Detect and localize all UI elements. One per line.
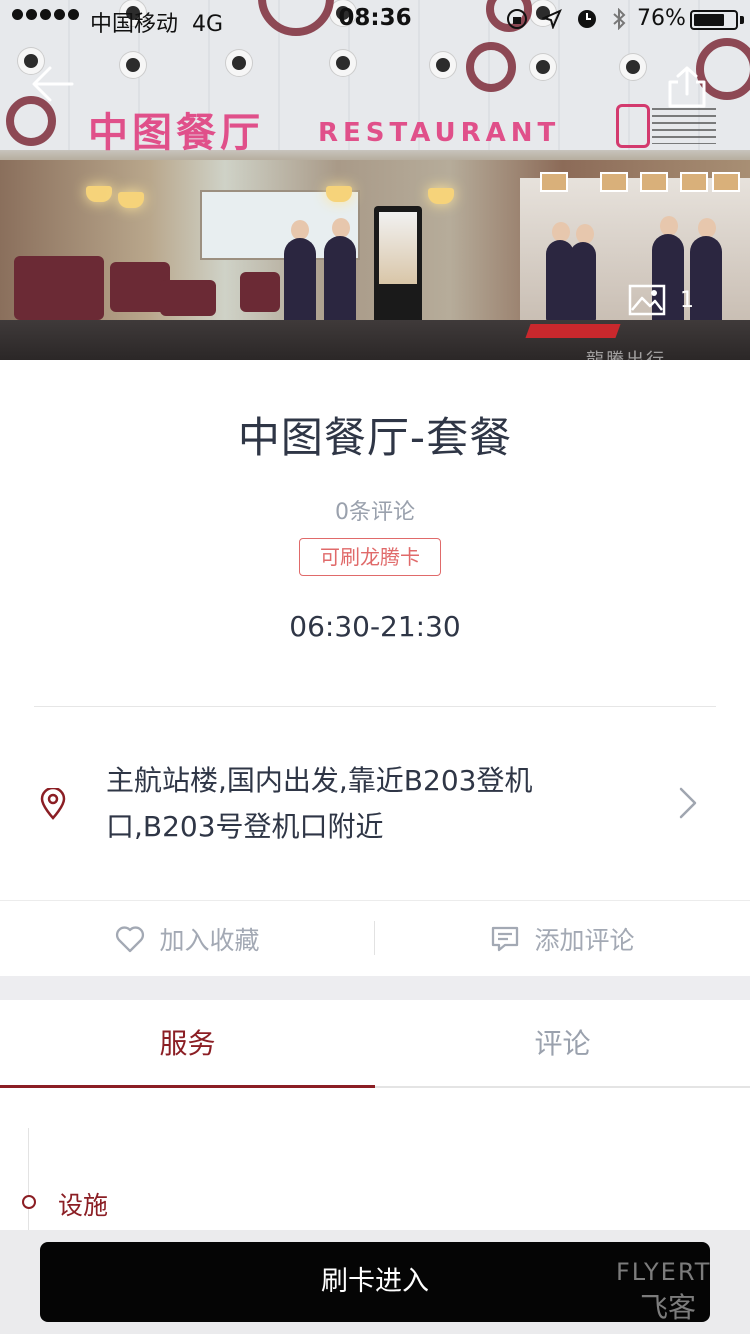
decor-ring (466, 42, 516, 92)
pendant-lamp (326, 186, 352, 202)
staff-head (291, 220, 309, 240)
favorite-label: 加入收藏 (159, 925, 260, 955)
staff-member (570, 242, 596, 322)
ceiling-light (120, 52, 146, 78)
battery-percent: 76% (637, 6, 686, 31)
menu-board (680, 172, 708, 192)
pendant-lamp (428, 188, 454, 204)
location-pin-icon (40, 788, 66, 820)
alarm-icon (578, 10, 596, 28)
battery-fill (694, 14, 724, 26)
red-mat (525, 324, 621, 338)
restaurant-sign-en: RESTAURANT (318, 118, 561, 148)
staff-head (552, 222, 570, 242)
action-bar: 加入收藏 添加评论 (0, 900, 750, 976)
ceiling-light (226, 50, 252, 76)
add-comment-label: 添加评论 (534, 925, 635, 955)
bluetooth-icon (613, 8, 626, 30)
back-arrow-icon (32, 66, 74, 102)
facilities-heading: 设施 (58, 1191, 109, 1220)
menu-board (540, 172, 568, 192)
photo-watermark: 龍騰出行 (586, 346, 666, 360)
photo-count-label: 1 (680, 287, 694, 313)
rotation-lock-icon (507, 9, 527, 29)
swipe-card-enter-button[interactable]: 刷卡进入 (40, 1242, 710, 1322)
comment-icon (492, 926, 519, 951)
pendant-lamp (86, 186, 112, 202)
menu-board (712, 172, 740, 192)
staff-head (660, 216, 678, 236)
battery-tip (740, 16, 744, 24)
heart-icon (116, 925, 145, 952)
staff-head (332, 218, 350, 238)
restaurant-logo (616, 104, 650, 148)
section-gap (0, 976, 750, 1000)
photo-gallery-button[interactable]: 1 (628, 280, 694, 320)
action-divider (374, 921, 375, 955)
staff-head (576, 224, 594, 244)
add-comment-button[interactable]: 添加评论 (375, 901, 750, 976)
share-icon (668, 66, 706, 108)
review-count[interactable]: 0条评论 (0, 494, 750, 526)
share-button[interactable] (664, 64, 710, 110)
favorite-button[interactable]: 加入收藏 (0, 901, 375, 976)
image-icon (628, 284, 666, 316)
tab-reviews[interactable]: 评论 (375, 1000, 750, 1086)
watermark-cn: 飞客 (640, 1291, 697, 1324)
tab-bar: 服务 评论 (0, 1000, 750, 1088)
pendant-lamp (118, 192, 144, 208)
menu-board (640, 172, 668, 192)
chevron-right-icon (679, 787, 697, 819)
ceiling-light (620, 54, 646, 80)
chair (240, 272, 280, 312)
watermark-en: FLYERT (616, 1258, 712, 1286)
back-button[interactable] (28, 62, 78, 106)
location-icon (542, 9, 562, 29)
tab-service[interactable]: 服务 (0, 1000, 375, 1088)
status-bar: 中国移动 4G 08:36 76% (0, 0, 750, 40)
ceiling-light (530, 54, 556, 80)
address-text: 主航站楼,国内出发,靠近B203登机口,B203号登机口附近 (106, 764, 533, 843)
timeline-dot (22, 1195, 36, 1209)
opening-hours: 06:30-21:30 (289, 610, 461, 643)
booth-seat (14, 256, 104, 320)
ceiling-light (330, 50, 356, 76)
battery-icon (690, 10, 738, 30)
restaurant-title: 中图餐厅-套餐 (237, 413, 513, 462)
staff-head (698, 218, 716, 238)
restaurant-logo-caption (652, 108, 716, 144)
kiosk-screen (379, 212, 417, 284)
ceiling-light (430, 52, 456, 78)
timeline-line (28, 1128, 29, 1230)
status-icons (506, 8, 626, 30)
card-accepted-badge: 可刷龙腾卡 (299, 538, 441, 576)
chair (160, 280, 216, 316)
restaurant-sign-cn: 中图餐厅 (88, 109, 264, 156)
menu-board (600, 172, 628, 192)
